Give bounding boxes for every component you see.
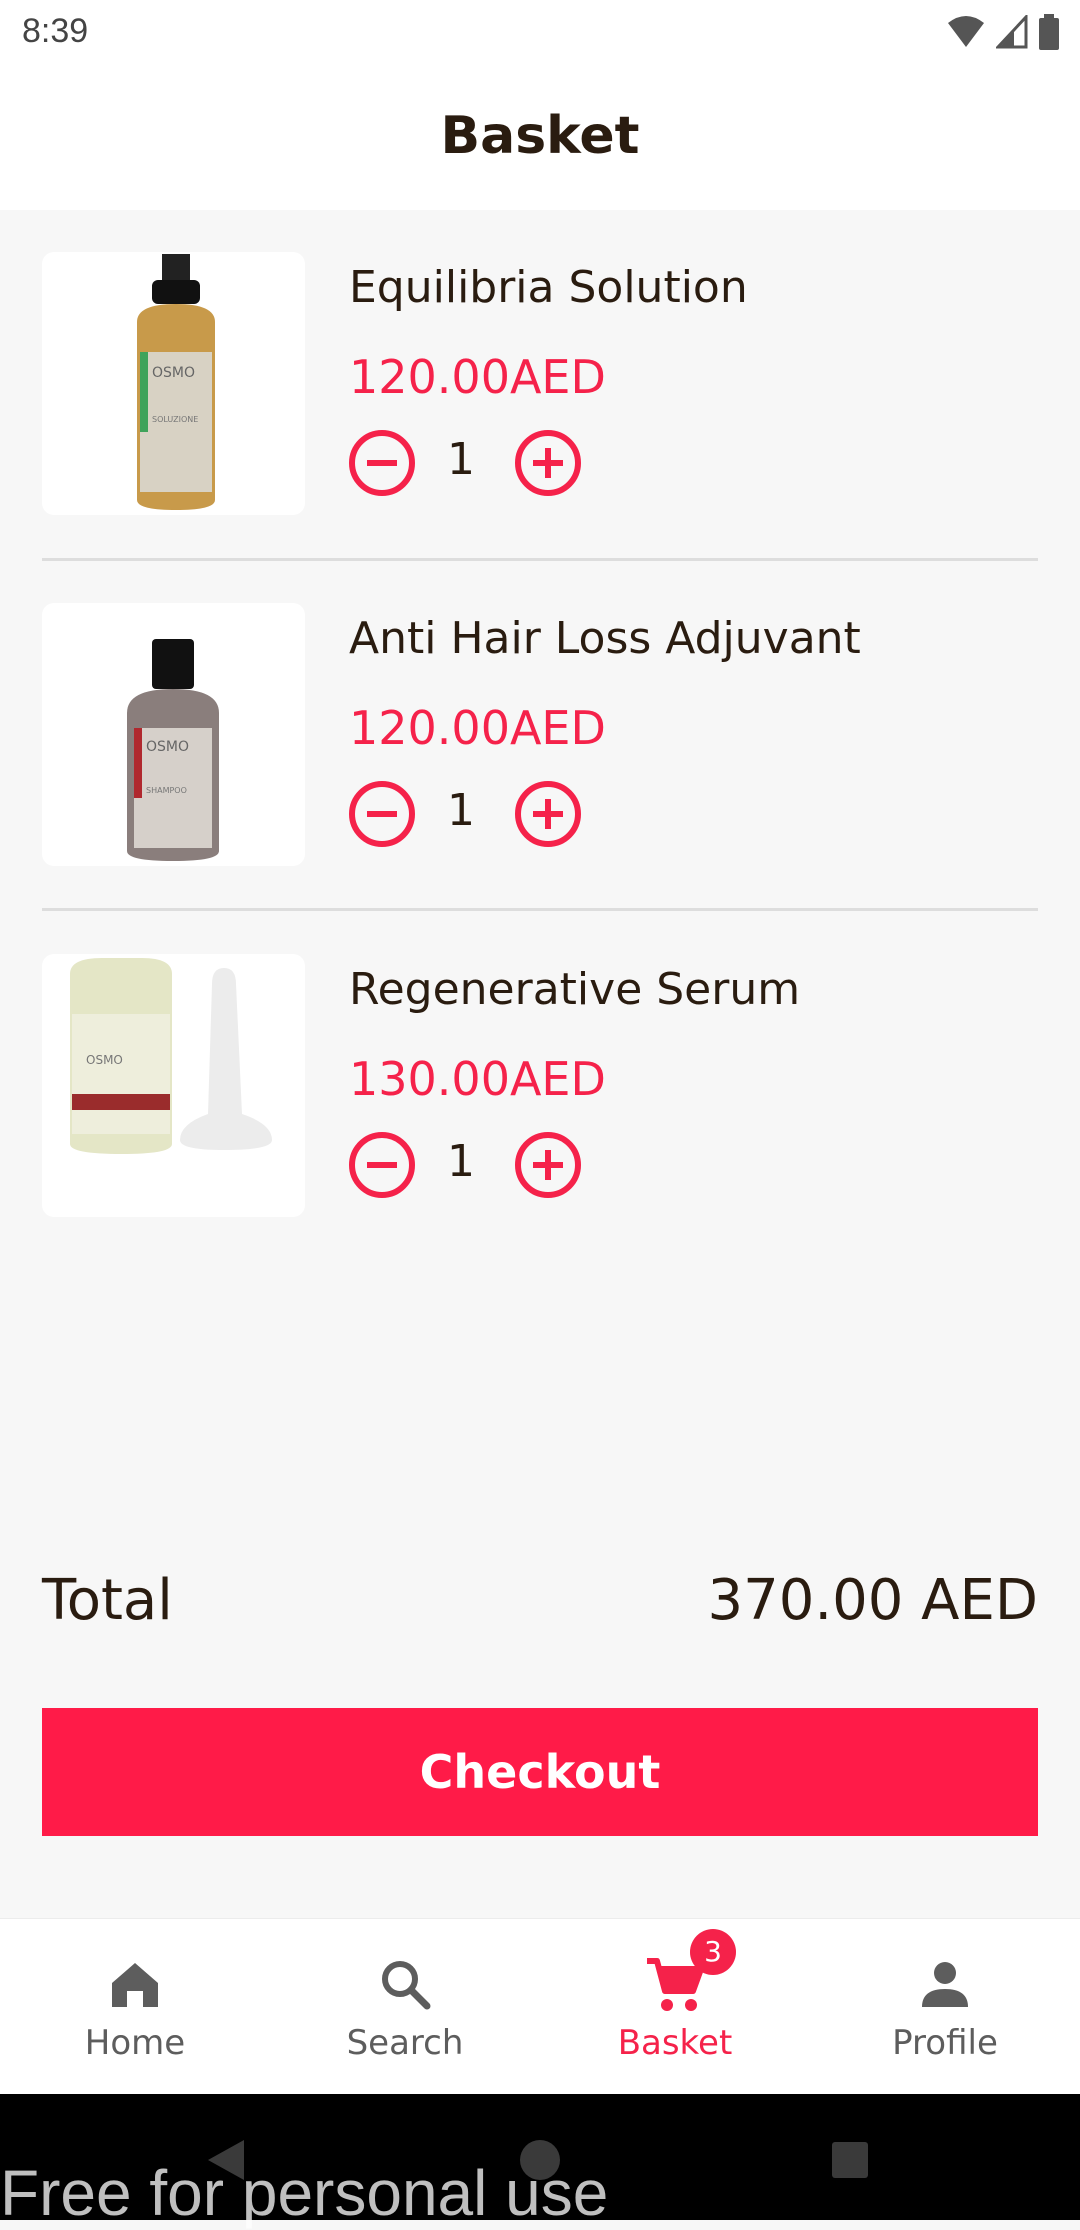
- svg-text:OSMO: OSMO: [86, 1053, 123, 1067]
- basket-item: OSMO SOLUZIONE Equilibria Solution 120.0…: [42, 252, 1038, 516]
- person-icon: [922, 1962, 968, 2007]
- svg-text:SOLUZIONE: SOLUZIONE: [152, 415, 198, 424]
- decrease-button[interactable]: [349, 1132, 415, 1198]
- nav-search-label: Search: [346, 2023, 464, 2063]
- quantity-value: 1: [447, 434, 475, 485]
- svg-text:SHAMPOO: SHAMPOO: [146, 786, 187, 795]
- status-bar: 8:39: [0, 0, 1080, 66]
- product-price: 130.00AED: [349, 1052, 606, 1106]
- divider: [42, 558, 1038, 561]
- signal-icon: [996, 15, 1028, 49]
- basket-count-badge: 3: [690, 1929, 736, 1975]
- watermark-text: Free for personal use: [0, 2157, 609, 2229]
- nav-home-label: Home: [84, 2023, 186, 2063]
- nav-basket[interactable]: 3 Basket: [540, 1919, 810, 2095]
- decrease-button[interactable]: [349, 430, 415, 496]
- product-name: Regenerative Serum: [349, 964, 801, 1015]
- decrease-button[interactable]: [349, 781, 415, 847]
- quantity-value: 1: [447, 785, 475, 836]
- wifi-icon: [948, 16, 984, 47]
- bottom-nav: Home Search 3 Basket Profile: [0, 1918, 1080, 2095]
- page-title: Basket: [440, 106, 640, 166]
- nav-basket-label: Basket: [617, 2023, 733, 2063]
- product-name: Anti Hair Loss Adjuvant: [349, 613, 861, 664]
- nav-home[interactable]: Home: [0, 1919, 270, 2095]
- increase-button[interactable]: [515, 781, 581, 847]
- battery-icon: [1039, 14, 1059, 50]
- product-price: 120.00AED: [349, 350, 606, 404]
- nav-profile-label: Profile: [892, 2023, 998, 2063]
- product-image: OSMO SHAMPOO: [42, 603, 305, 866]
- system-nav-bar: Free for personal use: [0, 2094, 1080, 2229]
- app-bar: Basket: [0, 66, 1080, 210]
- product-price: 120.00AED: [349, 701, 606, 755]
- product-image: OSMO: [42, 954, 305, 1217]
- status-icons: [946, 14, 1060, 50]
- nav-search[interactable]: Search: [270, 1919, 540, 2095]
- svg-text:OSMO: OSMO: [146, 739, 189, 755]
- product-image: OSMO SOLUZIONE: [42, 252, 305, 515]
- increase-button[interactable]: [515, 430, 581, 496]
- increase-button[interactable]: [515, 1132, 581, 1198]
- svg-text:OSMO: OSMO: [152, 365, 195, 381]
- nav-profile[interactable]: Profile: [810, 1919, 1080, 2095]
- basket-item: OSMO SHAMPOO Anti Hair Loss Adjuvant 120…: [42, 603, 1038, 867]
- status-time: 8:39: [22, 12, 89, 50]
- basket-item: OSMO Regenerative Serum 130.00AED 1: [42, 954, 1038, 1218]
- search-icon: [382, 1961, 431, 2010]
- divider: [42, 908, 1038, 911]
- quantity-value: 1: [447, 1136, 475, 1187]
- recents-icon[interactable]: [830, 2140, 870, 2180]
- home-icon: [112, 1963, 158, 2007]
- product-name: Equilibria Solution: [349, 262, 748, 313]
- checkout-button[interactable]: Checkout: [42, 1708, 1038, 1836]
- total-value: 370.00 AED: [707, 1568, 1038, 1633]
- total-label: Total: [42, 1568, 173, 1633]
